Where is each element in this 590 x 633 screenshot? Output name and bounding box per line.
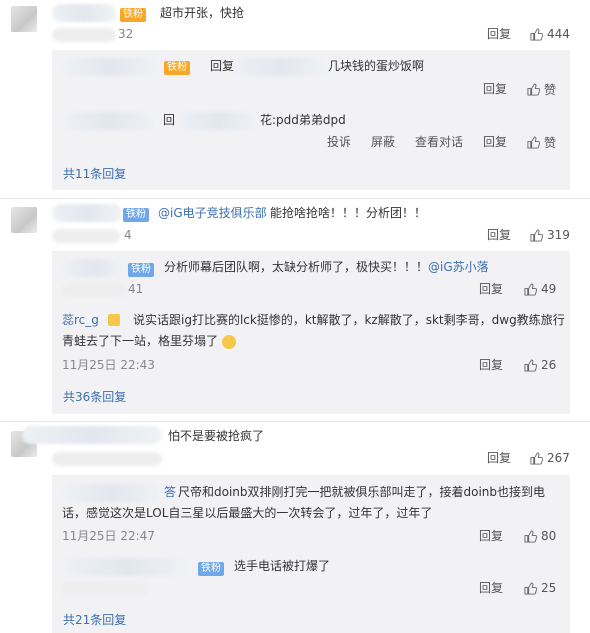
reply-button[interactable]: 回复 [487,449,511,467]
reply-text: 几块钱的蛋炒饭啊 [328,59,425,73]
like-count: 267 [547,451,570,465]
thumbs-up-icon [524,358,537,372]
comment-time-tail: 32 [118,27,134,41]
like-button[interactable]: 25 [524,579,556,597]
thumbs-up-icon [530,451,543,465]
like-button[interactable]: 赞 [527,80,556,98]
reply-button[interactable]: 回复 [479,527,503,545]
fan-badge: 铁粉 [123,207,149,222]
reply-text: 分析师幕后团队啊，太缺分析师了，极快买！！！ [164,260,429,274]
username-blurred[interactable] [52,4,116,22]
like-button[interactable]: 26 [524,356,556,374]
like-count: 26 [541,358,557,372]
like-button[interactable]: 49 [524,280,556,298]
reply-text: 花:pdd弟弟dpd [260,113,346,127]
like-button[interactable]: 80 [524,527,556,545]
thumbs-up-icon [524,282,537,296]
like-button[interactable]: 319 [530,226,570,244]
like-button[interactable]: 444 [530,25,570,43]
block-button[interactable]: 屏蔽 [371,133,395,151]
thumbs-up-icon [524,529,537,543]
thumbs-up-icon [527,135,540,149]
reply-button[interactable]: 回复 [483,80,507,98]
report-button[interactable]: 投诉 [327,133,351,151]
comment-time-blurred [52,229,120,243]
reply-text-cont: 青蛙去了下一站，格里芬塌了 [62,331,236,351]
reply-text: 尺帝和doinb双排刚打完一把就被俱乐部叫走了，接着doinb也接到电 [178,485,546,499]
more-replies-link[interactable]: 共11条回复 [63,165,126,183]
more-replies-link[interactable]: 共36条回复 [63,388,126,406]
mention-blurred[interactable] [234,58,328,76]
reply-text: 选手电话被打爆了 [234,559,331,573]
thumbs-up-icon [530,27,543,41]
username-blurred[interactable] [62,259,126,277]
reply-time: 11月25日 22:43 [62,358,155,372]
fan-badge: 铁粉 [120,7,146,22]
username-blurred[interactable] [22,426,162,444]
reply-text-cont: 话，感觉这次是LOL自三星以后最盛大的一次转会了，过年了，过年了 [62,506,433,520]
reply-button[interactable]: 回复 [479,579,503,597]
reply-time-blurred [62,582,148,596]
reply-username[interactable]: 蕊rc_g [62,310,99,330]
avatar[interactable] [11,207,37,233]
mention-blurred[interactable] [178,112,260,130]
like-count: 25 [541,581,557,595]
like-button[interactable]: 267 [530,449,570,467]
like-count: 444 [547,27,570,41]
fan-badge-icon [108,314,120,326]
comment-text: 能抢啥抢啥！！！分析团！！ [270,206,427,220]
comment-time-blurred [52,452,162,466]
username-blurred[interactable] [62,112,158,130]
fan-badge: 铁粉 [128,262,154,277]
avatar[interactable] [11,6,37,32]
reply-text: 说实话跟ig打比赛的lck挺惨的，kt解散了，kz解散了，skt剩李哥，dwg教… [133,313,565,327]
grin-emoji-icon [221,334,236,349]
comment-text: 超市开张，快抢 [160,6,245,20]
reply-button[interactable]: 回复 [483,133,507,151]
reply-button[interactable]: 回复 [479,356,503,374]
thumbs-up-icon [527,82,540,96]
reply-button[interactable]: 回复 [487,226,511,244]
reply-time: 11月25日 22:47 [62,529,155,543]
reply-button[interactable]: 回复 [487,25,511,43]
comment-time-tail: 4 [124,228,132,242]
more-replies-link[interactable]: 共21条回复 [63,611,126,629]
like-label: 赞 [544,135,557,150]
thread-divider [0,421,590,422]
username-blurred[interactable] [52,204,122,222]
mention-link[interactable]: @iG苏小落 [428,257,489,277]
mention-link[interactable]: @iG电子竞技俱乐部 [158,203,267,223]
comment-time-blurred [52,28,116,42]
like-label: 赞 [544,82,557,97]
thread-divider [0,198,590,199]
fan-badge: 铁粉 [198,561,224,576]
username-blurred[interactable] [62,484,162,502]
reply-button[interactable]: 回复 [479,280,503,298]
reply-time-tail: 41 [128,282,144,296]
like-count: 80 [541,529,557,543]
username-blurred[interactable] [62,558,192,576]
comment-text: 怕不是要被抢疯了 [168,429,265,443]
reply-time-blurred [62,283,126,297]
like-count: 319 [547,228,570,242]
thumbs-up-icon [530,228,543,242]
thumbs-up-icon [524,581,537,595]
reply-username-tail[interactable]: 答 [164,482,176,502]
view-conversation-button[interactable]: 查看对话 [415,133,463,151]
username-blurred[interactable] [62,58,160,76]
reply-prefix: 回复 [210,59,235,73]
like-button[interactable]: 赞 [527,133,556,151]
reply-prefix: 回 [163,113,176,127]
fan-badge: 铁粉 [164,60,190,75]
like-count: 49 [541,282,557,296]
